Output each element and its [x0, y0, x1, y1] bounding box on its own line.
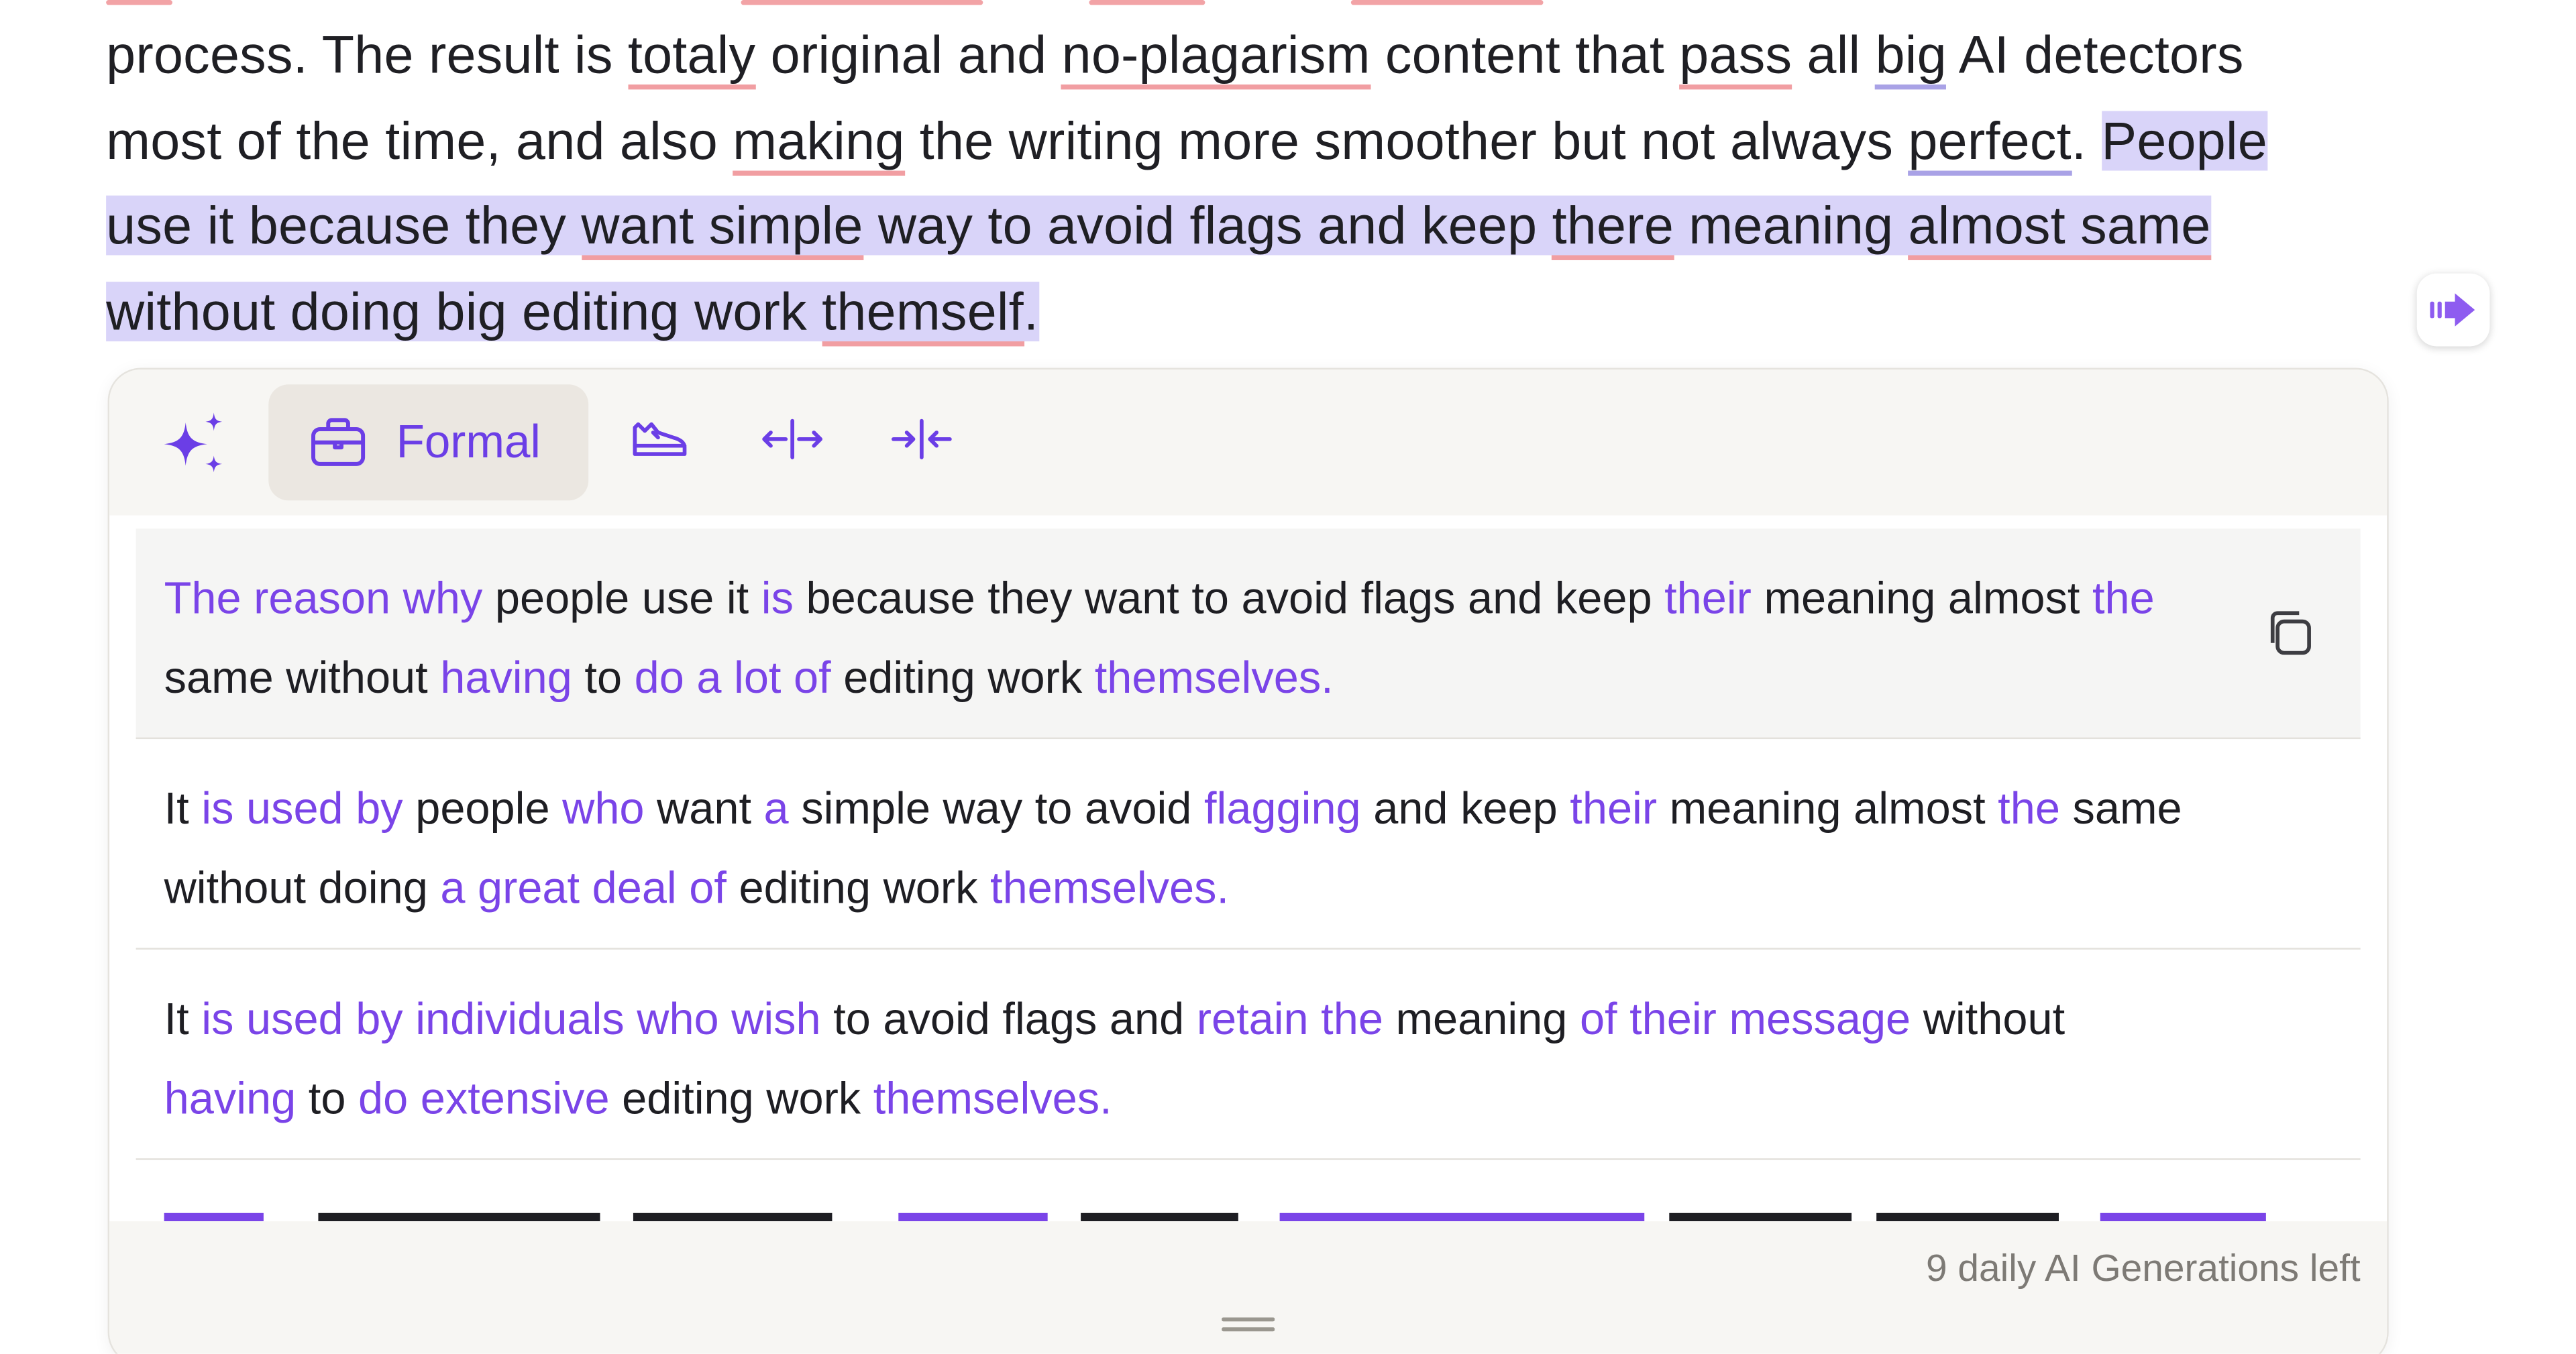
style-issue[interactable]: big — [1876, 25, 1947, 90]
style-issue[interactable]: perfect — [1908, 110, 2072, 175]
panel-footer: 9 daily AI Generations left — [109, 1221, 2387, 1354]
unchanged-phrase: people use it — [482, 573, 761, 624]
spelling-issue[interactable]: there — [1552, 195, 1674, 260]
suggestion-item-partial[interactable] — [136, 1165, 2361, 1222]
changed-phrase: their — [1570, 783, 1658, 834]
unchanged-phrase: people — [402, 783, 563, 834]
shorten-icon[interactable] — [888, 414, 955, 464]
suggestion-item[interactable]: The reason why people use it is because … — [136, 528, 2361, 740]
tone-formal-button[interactable]: Formal — [268, 384, 589, 501]
unchanged-phrase: meaning — [1383, 994, 1580, 1044]
unchanged-phrase: meaning almost — [1657, 783, 1998, 834]
grammar-issue[interactable]: want simple — [581, 195, 863, 260]
changed-phrase: is used by — [201, 783, 403, 834]
changed-phrase: themselves. — [873, 1072, 1112, 1123]
unchanged-phrase: simple way to avoid — [788, 783, 1204, 834]
text-line-2: most of the time, and also making the wr… — [106, 99, 2426, 184]
ai-rewrite-panel: Formal The reason why people use it is b… — [107, 368, 2389, 1354]
text-line-3: use it because they want simple way to a… — [106, 184, 2426, 269]
unchanged-phrase: It — [164, 783, 202, 834]
grammar-issue[interactable]: pass — [1679, 25, 1792, 90]
text-line-1: process. The result is totaly original a… — [106, 13, 2426, 99]
unchanged-phrase: editing work — [726, 862, 991, 913]
spelling-issue[interactable]: totaly — [627, 25, 756, 90]
suggestion-item[interactable]: It is used by people who want a simple w… — [136, 739, 2361, 950]
casual-shoe-icon[interactable] — [630, 414, 690, 464]
selected-text[interactable]: People — [2101, 110, 2268, 170]
sparkle-icon[interactable] — [159, 409, 232, 475]
changed-phrase: of their message — [1579, 994, 1911, 1044]
unchanged-phrase: to avoid flags and — [820, 994, 1197, 1044]
changed-phrase: The reason why — [164, 573, 483, 624]
changed-phrase: the — [2092, 573, 2155, 624]
unchanged-phrase: and keep — [1360, 783, 1570, 834]
changed-phrase: their — [1664, 573, 1752, 624]
editor-stage: process. The result is totaly original a… — [0, 0, 2576, 1354]
unchanged-phrase: same without — [164, 652, 441, 702]
text-line-4: without doing big editing work themself. — [106, 270, 2426, 355]
changed-phrase: is — [761, 573, 794, 624]
cut-off-suggestion-text — [164, 1212, 2266, 1222]
unchanged-phrase: editing work — [830, 652, 1095, 702]
unchanged-phrase: to — [296, 1072, 359, 1123]
expand-icon[interactable] — [759, 414, 826, 464]
copy-icon[interactable] — [2264, 608, 2314, 658]
grammar-issue[interactable]: almost same — [1908, 195, 2211, 260]
spelling-issue[interactable]: no-plagarism — [1061, 25, 1371, 90]
changed-phrase: themselves. — [1094, 652, 1334, 702]
briefcase-icon — [311, 418, 366, 466]
unchanged-phrase: want — [644, 783, 764, 834]
suggestion-list: The reason why people use it is because … — [136, 528, 2361, 1160]
tone-formal-label: Formal — [396, 416, 541, 467]
changed-phrase: the — [1998, 783, 2060, 834]
arrow-right-icon — [2430, 293, 2475, 327]
unchanged-phrase: without — [1911, 994, 2065, 1044]
changed-phrase: is used by individuals who wish — [201, 994, 821, 1044]
changed-phrase: a — [763, 783, 789, 834]
changed-phrase: having — [440, 652, 572, 702]
suggestion-text: It is used by individuals who wish to av… — [164, 981, 2203, 1139]
changed-phrase: having — [164, 1072, 297, 1123]
unchanged-phrase: editing work — [609, 1072, 873, 1123]
apply-arrow-button[interactable] — [2416, 273, 2490, 347]
unchanged-phrase: meaning almost — [1751, 573, 2092, 624]
changed-phrase: do a lot of — [634, 652, 831, 702]
changed-phrase: retain the — [1196, 994, 1383, 1044]
document-text[interactable]: process. The result is totaly original a… — [106, 13, 2426, 355]
spelling-issue[interactable]: themself — [822, 280, 1024, 346]
suggestion-text: The reason why people use it is because … — [164, 560, 2203, 718]
cut-off-underlines — [0, 0, 2576, 5]
changed-phrase: a great deal of — [440, 862, 727, 913]
unchanged-phrase: to — [572, 652, 635, 702]
changed-phrase: do extensive — [358, 1072, 610, 1123]
changed-phrase: themselves. — [990, 862, 1230, 913]
suggestion-item[interactable]: It is used by individuals who wish to av… — [136, 950, 2361, 1160]
ai-generations-counter: 9 daily AI Generations left — [1926, 1246, 2361, 1290]
changed-phrase: who — [562, 783, 645, 834]
suggestion-text: It is used by people who want a simple w… — [164, 771, 2203, 928]
drag-handle-icon[interactable] — [1222, 1316, 1275, 1336]
rewrite-toolbar: Formal — [109, 370, 2387, 516]
unchanged-phrase: because they want to avoid flags and kee… — [793, 573, 1665, 624]
grammar-issue[interactable]: making — [733, 110, 905, 175]
unchanged-phrase: It — [164, 994, 202, 1044]
changed-phrase: flagging — [1203, 783, 1361, 834]
